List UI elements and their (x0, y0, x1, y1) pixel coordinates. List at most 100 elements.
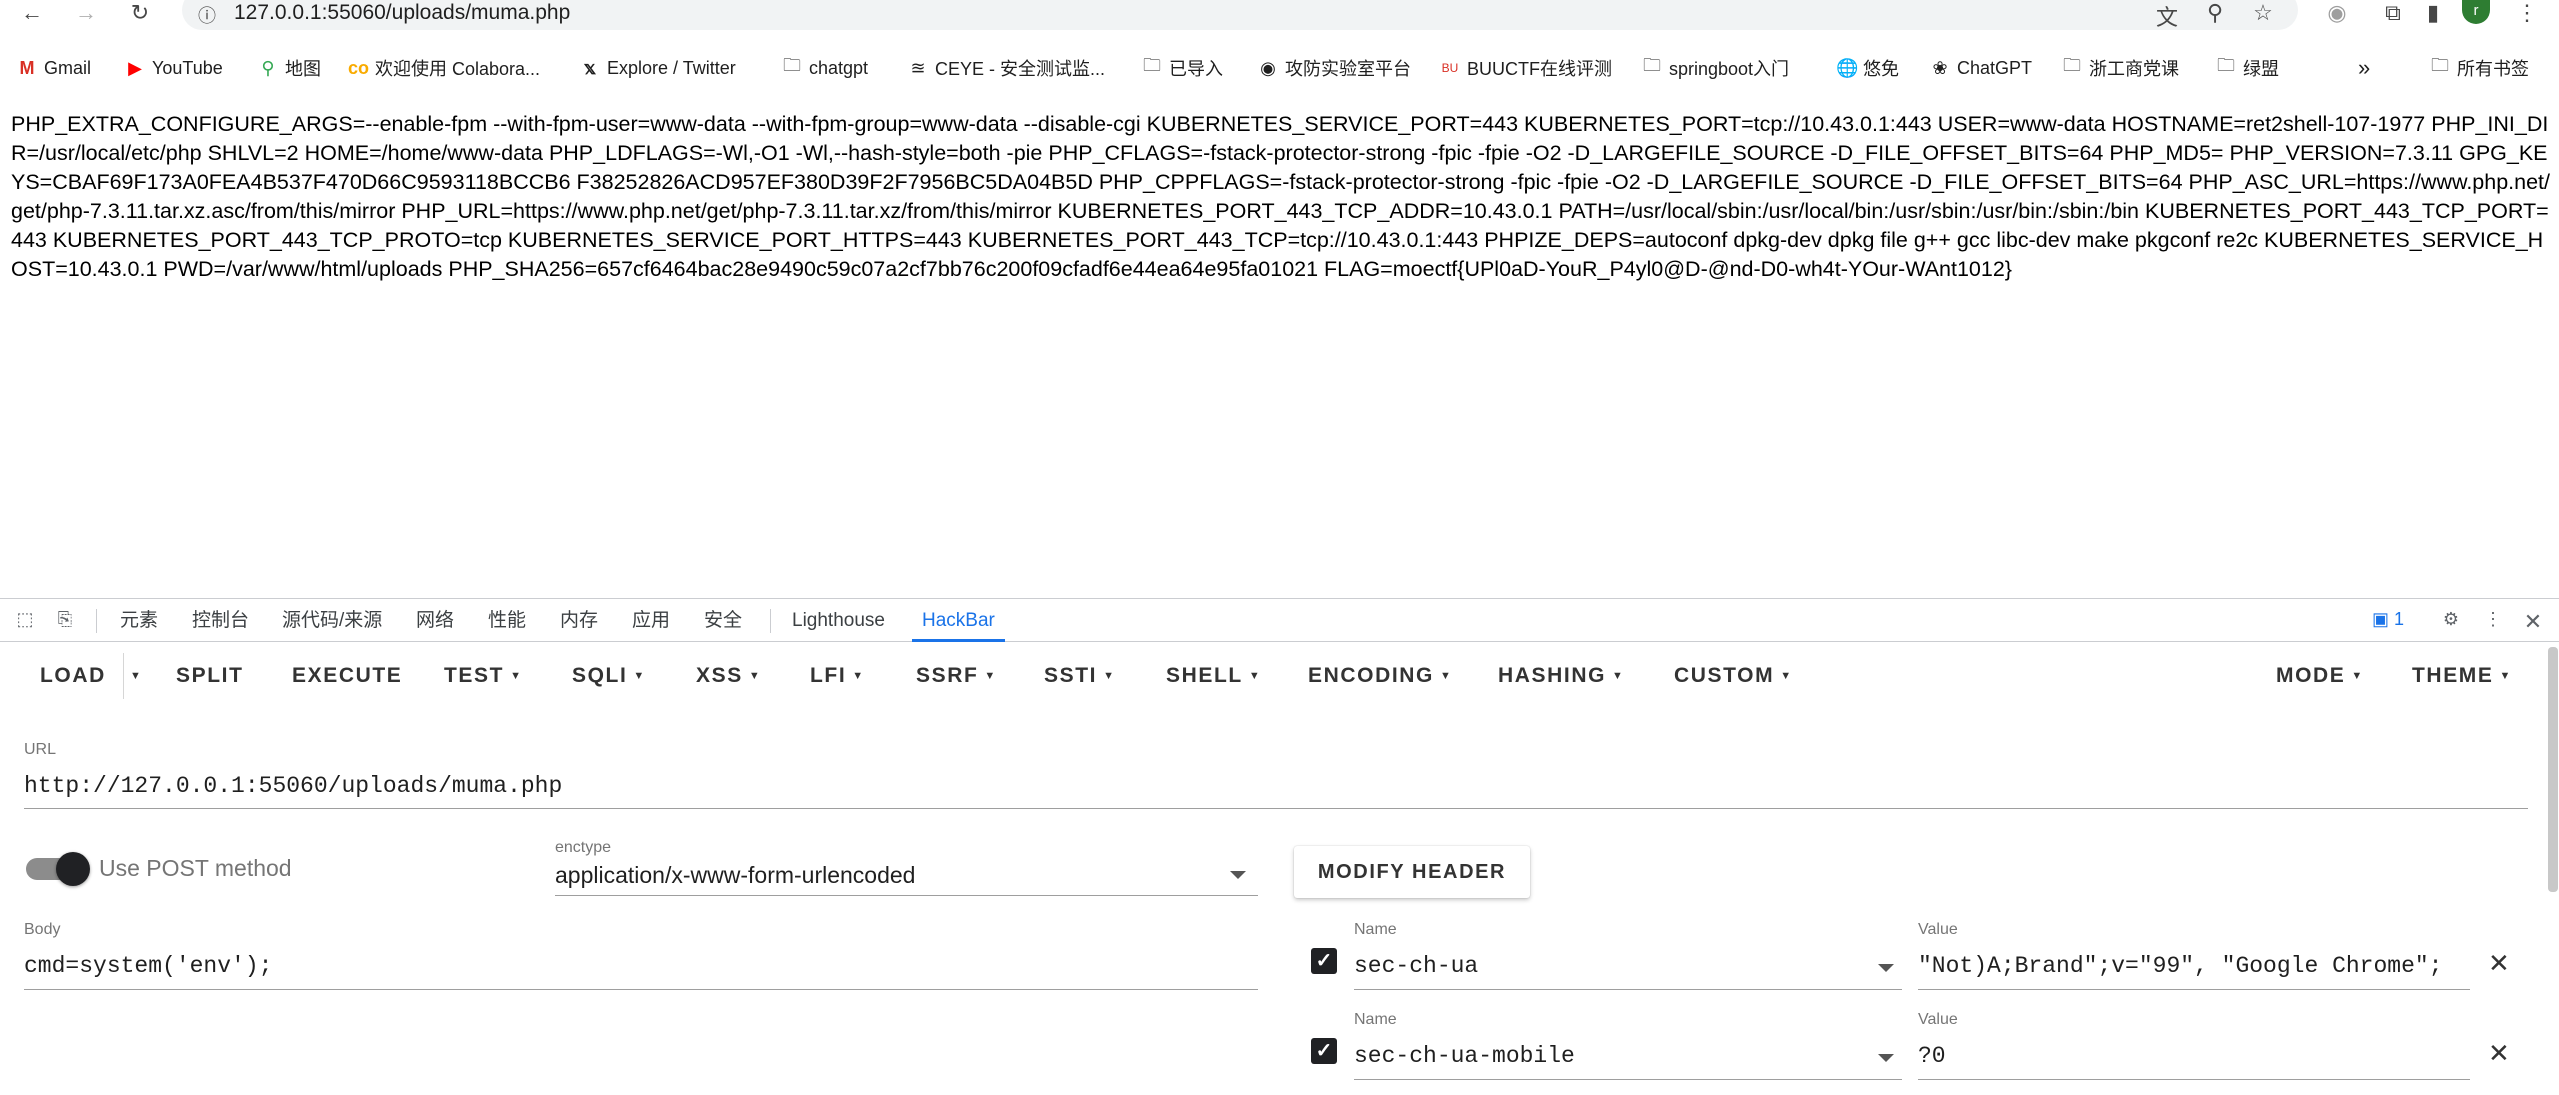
header-name-input[interactable]: sec-ch-ua (1354, 953, 1874, 979)
ssti-menu[interactable]: SSTI ▼ (1044, 643, 1116, 709)
split-button[interactable]: SPLIT (176, 643, 244, 709)
folder-icon: 🗀 (1143, 55, 1161, 75)
header-name-dropdown-arrow-icon[interactable] (1878, 1054, 1894, 1062)
issues-badge[interactable]: ▣ 1 (2372, 609, 2404, 630)
header-name-input[interactable]: sec-ch-ua-mobile (1354, 1043, 1874, 1069)
bookmark-ceye[interactable]: ≊ CEYE - 安全测试监... (908, 54, 1105, 82)
bookmark-folder-party-course[interactable]: 🗀 浙工商党课 (2062, 54, 2179, 82)
encoding-menu[interactable]: ENCODING ▼ (1308, 643, 1452, 709)
bookmark-attack-lab[interactable]: ◉ 攻防实验室平台 (1258, 54, 1411, 82)
translate-icon[interactable]: 文 (2152, 0, 2182, 32)
address-url[interactable]: 127.0.0.1:55060/uploads/muma.php (234, 1, 570, 25)
bookmark-twitter[interactable]: 𝕩 Explore / Twitter (580, 54, 736, 82)
header-value-input[interactable]: "Not)A;Brand";v="99", "Google Chrome"; (1918, 953, 2470, 979)
address-bar[interactable]: ⓘ 127.0.0.1:55060/uploads/muma.php (182, 0, 2298, 30)
header-name-label: Name (1354, 1011, 1397, 1028)
bookmark-all-bookmarks[interactable]: 🗀 所有书签 (2430, 54, 2529, 82)
devtools-menu-icon[interactable]: ⋮ (2480, 609, 2506, 633)
tab-divider (96, 609, 97, 633)
caret-down-icon: ▼ (1780, 670, 1793, 683)
body-label: Body (24, 921, 61, 938)
ssrf-menu[interactable]: SSRF ▼ (916, 643, 997, 709)
enctype-underline (555, 895, 1258, 896)
bookmark-youmian[interactable]: 🌐 悠免 (1836, 54, 1899, 82)
reload-icon[interactable]: ↻ (122, 0, 158, 26)
header-name-dropdown-arrow-icon[interactable] (1878, 964, 1894, 972)
tab-sources[interactable]: 源代码/来源 (282, 599, 382, 642)
tab-console[interactable]: 控制台 (192, 599, 249, 642)
close-devtools-icon[interactable]: ✕ (2520, 609, 2546, 634)
side-panel-icon[interactable]: ▮ (2418, 0, 2448, 26)
bookmark-folder-springboot[interactable]: 🗀 springboot入门 (1642, 54, 1789, 82)
bookmark-folder-chatgpt[interactable]: 🗀 chatgpt (782, 54, 868, 82)
tab-security[interactable]: 安全 (704, 599, 742, 642)
test-menu[interactable]: TEST ▼ (444, 643, 523, 709)
custom-menu[interactable]: CUSTOM ▼ (1674, 643, 1793, 709)
load-button[interactable]: LOAD (40, 643, 106, 709)
back-icon[interactable]: ← (14, 0, 50, 26)
tab-lighthouse[interactable]: Lighthouse (792, 599, 885, 642)
header-enabled-checkbox[interactable]: ✓ (1311, 948, 1337, 974)
execute-button[interactable]: EXECUTE (292, 643, 402, 709)
header-value-label: Value (1918, 921, 1958, 938)
menu-kebab-icon[interactable]: ⋮ (2512, 0, 2542, 26)
bookmark-colab[interactable]: co 欢迎使用 Colabora... (348, 54, 540, 82)
forward-icon[interactable]: → (68, 0, 104, 26)
bookmarks-bar: M Gmail ▶ YouTube ⚲ 地图 co 欢迎使用 Colabora.… (0, 50, 2559, 84)
load-dropdown-caret-icon[interactable]: ▼ (130, 643, 143, 709)
tab-divider (770, 609, 771, 633)
bookmark-star-icon[interactable]: ☆ (2248, 0, 2278, 26)
settings-gear-icon[interactable]: ⚙ (2438, 609, 2464, 633)
url-label: URL (24, 741, 57, 758)
sqli-menu[interactable]: SQLI ▼ (572, 643, 646, 709)
folder-icon: 🗀 (2063, 55, 2081, 75)
tab-memory[interactable]: 内存 (560, 599, 598, 642)
enctype-dropdown-arrow-icon[interactable] (1230, 871, 1246, 879)
caret-down-icon: ▼ (984, 670, 997, 683)
post-method-switch[interactable] (26, 852, 90, 886)
xss-menu[interactable]: XSS ▼ (696, 643, 761, 709)
tab-performance[interactable]: 性能 (488, 599, 526, 642)
remove-header-icon[interactable]: ✕ (2488, 1040, 2510, 1066)
tab-hackbar[interactable]: HackBar (912, 599, 1005, 642)
site-info-icon[interactable]: ⓘ (198, 2, 216, 28)
tab-elements[interactable]: 元素 (120, 599, 158, 642)
extensions-puzzle-icon[interactable]: ⧉ (2378, 0, 2408, 26)
url-input[interactable]: http://127.0.0.1:55060/uploads/muma.php (24, 773, 2524, 799)
lfi-menu[interactable]: LFI ▼ (810, 643, 865, 709)
bookmark-youtube[interactable]: ▶ YouTube (125, 54, 223, 82)
bookmark-folder-nsfocus[interactable]: 🗀 绿盟 (2216, 54, 2279, 82)
bookmark-maps[interactable]: ⚲ 地图 (258, 54, 321, 82)
device-toolbar-icon[interactable]: ⎘ (52, 609, 78, 633)
zoom-icon[interactable]: ⚲ (2200, 0, 2230, 26)
header-value-input[interactable]: ?0 (1918, 1043, 2470, 1069)
folder-icon: 🗀 (2431, 55, 2449, 75)
modify-header-button[interactable]: MODIFY HEADER (1294, 846, 1530, 898)
bookmark-gmail[interactable]: M Gmail (17, 54, 92, 82)
tab-network[interactable]: 网络 (416, 599, 454, 642)
extension-record-icon[interactable]: ◉ (2322, 0, 2352, 26)
colab-icon: co (348, 57, 370, 78)
bookmark-folder-imported[interactable]: 🗀 已导入 (1142, 54, 1223, 82)
bookmark-chatgpt[interactable]: ❀ ChatGPT (1930, 54, 2032, 82)
profile-avatar[interactable]: r (2462, 0, 2490, 24)
bookmarks-overflow-icon[interactable]: » (2358, 54, 2370, 82)
body-input[interactable]: cmd=system('env'); (24, 953, 1254, 979)
mode-menu[interactable]: MODE ▼ (2276, 643, 2364, 709)
theme-menu[interactable]: THEME ▼ (2412, 643, 2512, 709)
hackbar-scrollbar[interactable] (2548, 647, 2558, 892)
body-input-underline (24, 989, 1258, 990)
shell-menu[interactable]: SHELL ▼ (1166, 643, 1261, 709)
inspect-element-icon[interactable]: ⬚ (12, 609, 38, 633)
caret-down-icon: ▼ (852, 670, 865, 683)
tab-application[interactable]: 应用 (632, 599, 670, 642)
header-value-label: Value (1918, 1011, 1958, 1028)
enctype-select[interactable]: application/x-www-form-urlencoded (555, 862, 1215, 889)
post-method-label: Use POST method (99, 855, 292, 881)
devtools-panel: ⬚ ⎘ 元素 控制台 源代码/来源 网络 性能 内存 应用 安全 Lightho… (0, 598, 2559, 1095)
hashing-menu[interactable]: HASHING ▼ (1498, 643, 1625, 709)
header-enabled-checkbox[interactable]: ✓ (1311, 1038, 1337, 1064)
remove-header-icon[interactable]: ✕ (2488, 950, 2510, 976)
bookmark-buuctf[interactable]: BU BUUCTF在线评测 (1440, 54, 1612, 82)
header-name-underline (1354, 1079, 1902, 1080)
